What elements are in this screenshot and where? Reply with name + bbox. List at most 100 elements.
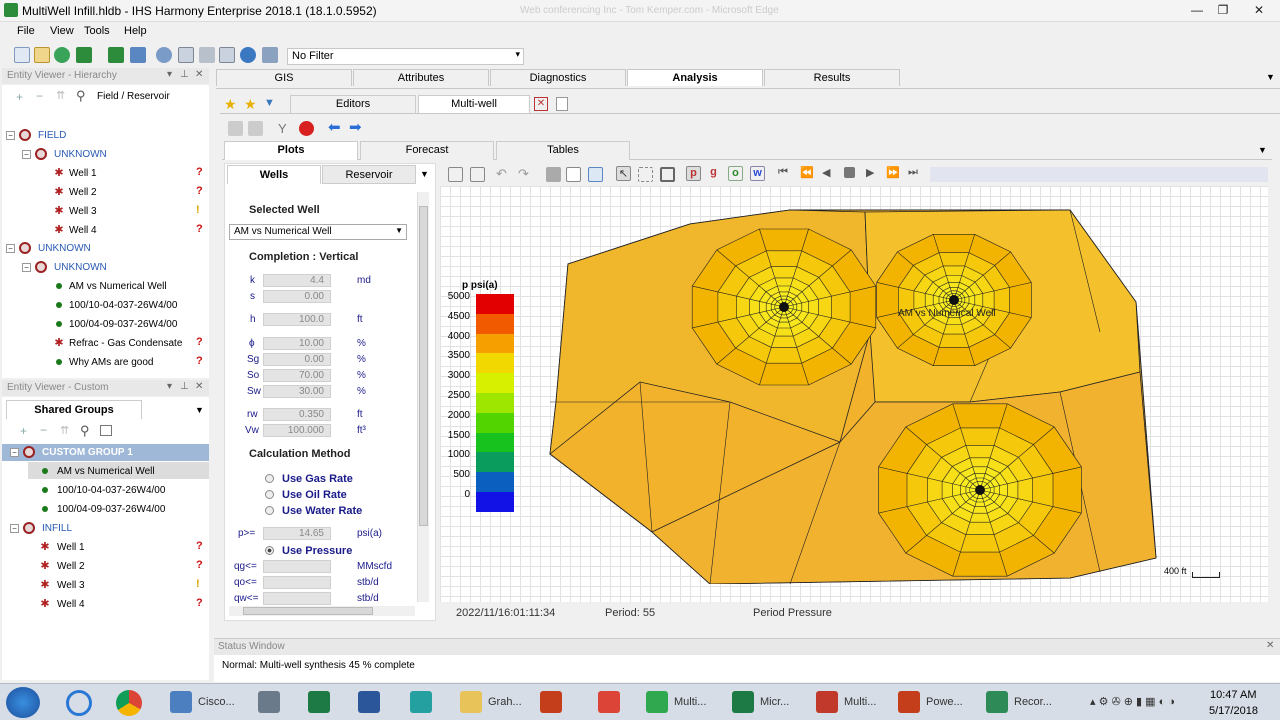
collapse-icon[interactable]: − [22,150,31,159]
minimize-button[interactable]: — [1184,2,1210,18]
s-input[interactable]: 0.00 [263,290,331,303]
so-input[interactable]: 70.00 [263,369,331,382]
scrollbar-thumb[interactable] [243,607,373,615]
tab-attributes[interactable]: Attributes [353,69,489,86]
start-button[interactable] [6,687,40,718]
use-water-rate-label[interactable]: Use Water Rate [282,505,362,517]
taskbar-app[interactable]: Cisco... [164,687,242,718]
search-icon[interactable]: ⚲ [76,88,86,104]
filter-icon[interactable]: Y [278,121,293,136]
qw-input[interactable] [263,592,331,605]
pin-icon[interactable]: ⊥ [180,381,189,392]
tree-node-infill[interactable]: INFILL [42,523,72,534]
collapse-icon[interactable]: − [10,524,19,533]
chevron-down-icon[interactable]: ▼ [420,169,429,179]
taskbar-app[interactable]: Powe... [892,687,970,718]
pressure-p-icon[interactable]: p [686,166,701,181]
well-marker[interactable] [949,295,959,305]
zoom-fit-icon[interactable] [448,167,463,182]
tool-icon[interactable] [248,121,263,136]
add-icon[interactable]: + [20,424,27,438]
share-icon[interactable] [130,47,146,63]
taskbar-app[interactable] [534,687,576,718]
grid-icon[interactable] [178,47,194,63]
tree-node-well-100-10[interactable]: 100/10-04-037-26W4/00 [69,300,177,311]
forward-arrow-icon[interactable]: ➡ [349,120,364,135]
table-icon[interactable] [100,425,112,436]
pin-icon[interactable]: ⊥ [180,69,189,80]
search-icon[interactable]: ⚲ [80,423,90,439]
copy-icon[interactable] [588,167,603,182]
chevron-down-icon[interactable]: ▼ [1258,145,1267,155]
p-input[interactable]: 14.65 [263,527,331,540]
close-tab-icon[interactable]: ✕ [534,97,548,111]
horizontal-scrollbar[interactable] [229,606,415,616]
taskbar-app[interactable] [302,687,344,718]
taskbar-app[interactable] [404,687,446,718]
select-icon[interactable] [638,167,653,182]
taskbar-app[interactable] [352,687,394,718]
tree-node-well-1[interactable]: Well 1 [57,542,85,553]
open-icon[interactable] [34,47,50,63]
close-icon[interactable]: ✕ [195,69,203,80]
well-marker[interactable] [779,302,789,312]
close-button[interactable]: ✕ [1246,2,1272,18]
porosity-input[interactable]: 10.00 [263,337,331,350]
remove-icon[interactable]: − [40,423,47,437]
well-marker[interactable] [975,485,985,495]
vertical-scrollbar[interactable] [417,192,429,602]
record-icon[interactable] [299,121,314,136]
new-tab-icon[interactable] [556,97,568,111]
fast-forward-icon[interactable]: ⏩ [886,166,901,181]
tree-node-unknown-reservoir[interactable]: UNKNOWN [54,262,107,273]
remove-icon[interactable]: − [36,89,43,103]
star-icon[interactable]: ★ [224,97,239,112]
dropdown-icon[interactable]: ▾ [167,381,172,392]
last-frame-icon[interactable]: ⏭ [908,166,923,181]
tree-node-well-100-04[interactable]: 100/04-09-037-26W4/00 [57,504,165,515]
tree-node-unknown-field[interactable]: UNKNOWN [38,243,91,254]
ie-icon[interactable] [66,690,92,716]
menu-file[interactable]: File [17,25,35,37]
tree-node-am-vs-numerical[interactable]: AM vs Numerical Well [57,466,155,477]
menu-help[interactable]: Help [124,25,147,37]
harmony-icon[interactable] [76,47,92,63]
tab-reservoir[interactable]: Reservoir [322,165,416,184]
tree-node-well-2[interactable]: Well 2 [69,187,97,198]
shared-groups-tab[interactable]: Shared Groups [6,400,142,419]
pressure-map-plot[interactable]: p psi(a) 5000 4500 4000 3500 3000 2500 2000 150… [440,186,1268,602]
h-input[interactable]: 100.0 [263,313,331,326]
sg-input[interactable]: 0.00 [263,353,331,366]
collapse-icon[interactable]: − [6,244,15,253]
tree-node-well-1[interactable]: Well 1 [69,168,97,179]
calc-icon[interactable] [199,47,215,63]
up-icon[interactable]: ⇈ [56,89,65,102]
qg-input[interactable] [263,560,331,573]
export-icon[interactable] [108,47,124,63]
k-input[interactable]: 4.4 [263,274,331,287]
taskbar-app[interactable]: Micr... [726,687,804,718]
tab-editors[interactable]: Editors [290,95,416,113]
tool-icon[interactable] [228,121,243,136]
tree-node-well-100-10[interactable]: 100/10-04-037-26W4/00 [57,485,165,496]
dropdown-icon[interactable]: ▾ [167,69,172,80]
refresh-icon[interactable] [240,47,256,63]
use-pressure-radio[interactable] [265,546,274,555]
page-icon[interactable] [566,167,581,182]
qo-input[interactable] [263,576,331,589]
settings-icon[interactable] [156,47,172,63]
crop-icon[interactable] [660,167,675,182]
water-w-icon[interactable]: w [750,166,765,181]
use-water-rate-radio[interactable] [265,506,274,515]
tab-plots[interactable]: Plots [224,141,358,160]
collapse-icon[interactable]: − [6,131,15,140]
back-arrow-icon[interactable]: ⬅ [328,120,343,135]
tree-node-unknown[interactable]: UNKNOWN [54,149,107,160]
use-pressure-label[interactable]: Use Pressure [282,545,352,557]
tab-multi-well[interactable]: Multi-well [418,95,530,113]
tree-node-well-3[interactable]: Well 3 [69,206,97,217]
menu-view[interactable]: View [50,25,74,37]
tab-tables[interactable]: Tables [496,141,630,160]
sw-input[interactable]: 30.00 [263,385,331,398]
star-add-icon[interactable]: ★ [244,97,259,112]
